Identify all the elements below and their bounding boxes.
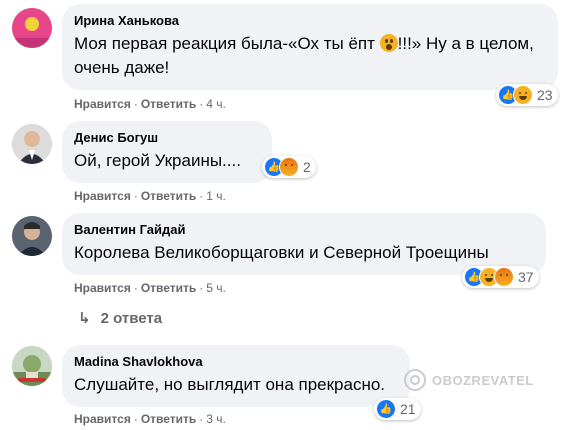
reaction-count: 2 — [303, 159, 311, 175]
reply-link[interactable]: Ответить — [141, 412, 196, 426]
comment-actions: Нравится · Ответить · 3 ч. — [74, 412, 226, 426]
obozrevatel-logo-icon — [404, 369, 426, 391]
timestamp[interactable]: 5 ч. — [206, 281, 226, 295]
replies-label: 2 ответа — [100, 309, 163, 327]
reaction-count: 21 — [400, 401, 416, 417]
comment-actions: Нравится · Ответить · 5 ч. — [74, 281, 226, 295]
reply-link[interactable]: Ответить — [141, 97, 196, 111]
timestamp[interactable]: 1 ч. — [206, 189, 226, 203]
comment-text: Моя первая реакция была-«Ох ты ёпт !!!» … — [74, 34, 534, 77]
like-link[interactable]: Нравится — [74, 412, 131, 426]
like-link[interactable]: Нравится — [74, 97, 131, 111]
timestamp[interactable]: 4 ч. — [206, 97, 226, 111]
reaction-summary[interactable]: 👍 37 — [462, 266, 539, 288]
timestamp[interactable]: 3 ч. — [206, 412, 226, 426]
avatar[interactable] — [12, 124, 52, 164]
reply-arrow-icon: ↳ — [78, 310, 91, 327]
comment-actions: Нравится · Ответить · 1 ч. — [74, 189, 226, 203]
comment-bubble: Madina Shavlokhova Слушайте, но выглядит… — [62, 345, 410, 407]
view-replies-button[interactable]: ↳ 2 ответа — [78, 309, 163, 328]
reaction-count: 23 — [537, 87, 553, 103]
comment-text: Ой, герой Украины.... — [74, 151, 241, 170]
author-name[interactable]: Ирина Ханькова — [74, 12, 546, 29]
comment-bubble: Денис Богуш Ой, герой Украины.... — [62, 121, 272, 183]
comment-text: Слушайте, но выглядит она прекрасно. — [74, 375, 386, 394]
comment-bubble: Ирина Ханькова Моя первая реакция была-«… — [62, 4, 558, 90]
comment-text: Королева Великоборщаговки и Северной Тро… — [74, 243, 489, 262]
reaction-count: 37 — [518, 269, 534, 285]
avatar[interactable] — [12, 216, 52, 256]
like-link[interactable]: Нравится — [74, 189, 131, 203]
comment-actions: Нравится · Ответить · 4 ч. — [74, 97, 226, 111]
astonished-face-icon — [379, 34, 398, 52]
like-reaction-icon: 👍 — [376, 399, 396, 419]
like-link[interactable]: Нравится — [74, 281, 131, 295]
angry-reaction-icon — [279, 157, 299, 177]
reaction-summary[interactable]: 👍 21 — [374, 398, 421, 420]
haha-reaction-icon — [513, 85, 533, 105]
reaction-summary[interactable]: 👍 23 — [496, 84, 558, 106]
avatar[interactable] — [12, 8, 52, 48]
avatar[interactable] — [12, 346, 52, 386]
reply-link[interactable]: Ответить — [141, 189, 196, 203]
angry-reaction-icon — [494, 267, 514, 287]
reaction-summary[interactable]: 👍 2 — [262, 156, 316, 178]
author-name[interactable]: Денис Богуш — [74, 129, 260, 146]
reply-link[interactable]: Ответить — [141, 281, 196, 295]
author-name[interactable]: Madina Shavlokhova — [74, 353, 398, 370]
author-name[interactable]: Валентин Гайдай — [74, 221, 534, 238]
watermark: OBOZREVATEL — [404, 369, 534, 391]
